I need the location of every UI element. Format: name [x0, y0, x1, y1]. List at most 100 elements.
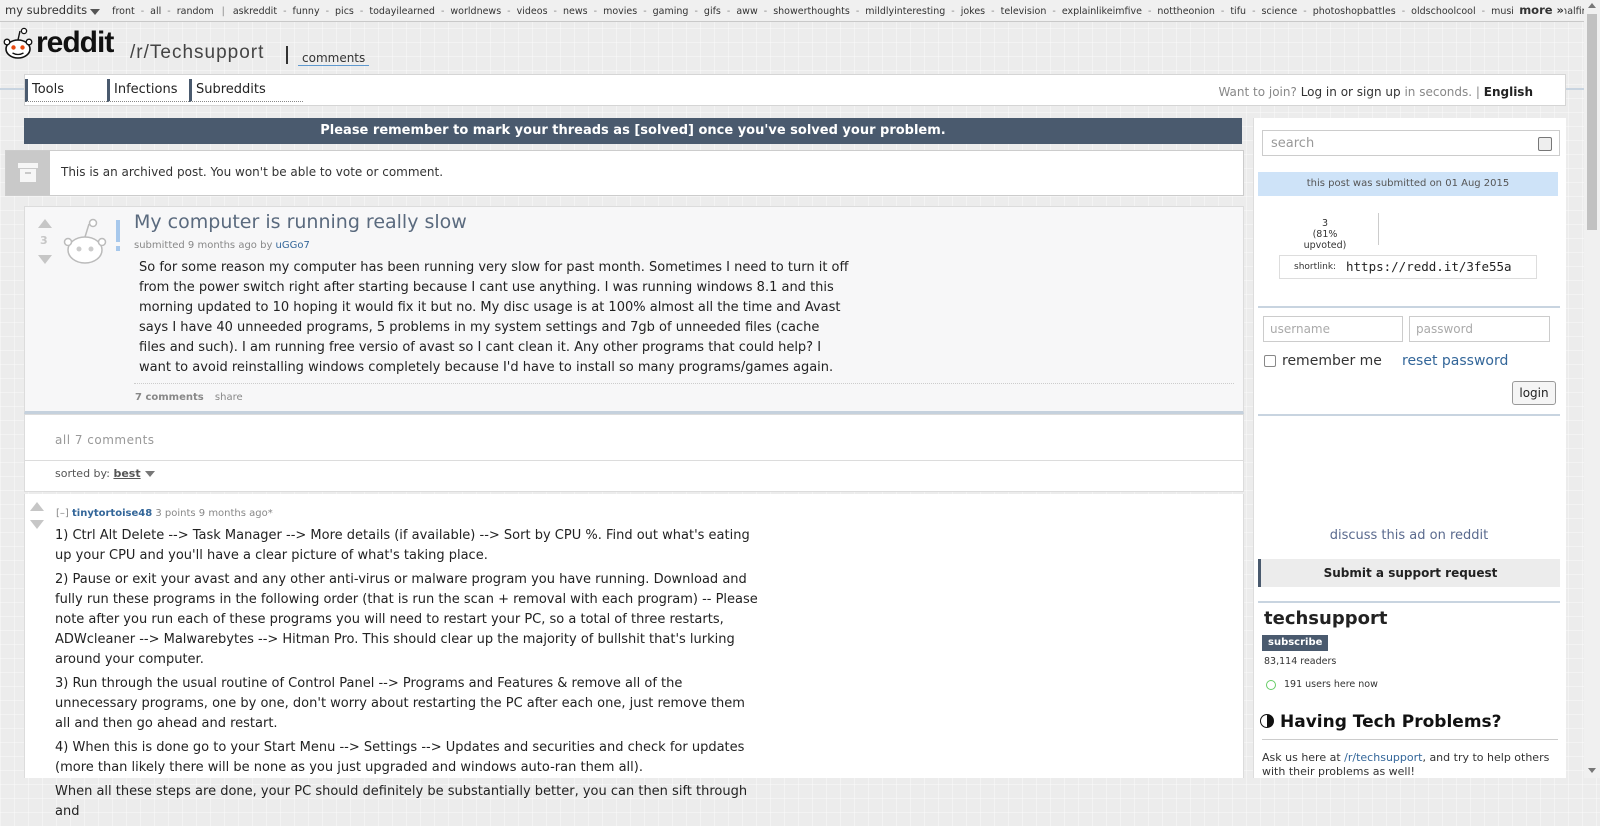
srbar-link[interactable]: tifu — [1230, 6, 1246, 17]
comment-paragraph: 1) Ctrl Alt Delete --> Task Manager --> … — [55, 528, 750, 563]
srbar-link[interactable]: worldnews — [450, 6, 501, 17]
login-signup-link[interactable]: Log in or sign up — [1301, 85, 1401, 99]
srbar-link[interactable]: mildlyinteresting — [865, 6, 945, 17]
login-button[interactable]: login — [1512, 381, 1556, 405]
srbar-link[interactable]: movies — [603, 6, 637, 17]
comment-author-link[interactable]: tinytortoise48 — [72, 508, 152, 519]
menu-tab-subreddits[interactable]: Subreddits — [189, 79, 303, 102]
my-subreddits-dropdown[interactable]: my subreddits — [0, 3, 87, 17]
post-divider — [134, 383, 1234, 384]
more-subreddits-link[interactable]: more » — [1513, 0, 1564, 21]
comment-paragraph: 2) Pause or exit your avast and any othe… — [55, 572, 758, 667]
post-score: 3 — [40, 234, 48, 247]
scrollbar-thumb[interactable] — [1587, 14, 1597, 230]
post-vote-summary: 3 (81% upvoted) — [1303, 218, 1347, 251]
srbar-link[interactable]: gaming — [653, 6, 689, 17]
subreddit-bar: my subreddits front - all - random | askred… — [0, 0, 1584, 22]
comment-downvote-arrow-icon[interactable] — [30, 520, 44, 529]
comment-area: all 7 comments sorted by: best — [24, 414, 1244, 492]
reader-count: 83,114 readers — [1264, 656, 1337, 667]
srbar-link[interactable]: askreddit — [233, 6, 277, 17]
subreddit-title[interactable]: /r/Techsupport — [130, 42, 264, 64]
discuss-ad-link[interactable]: discuss this ad on reddit — [1258, 528, 1560, 543]
remember-me-checkbox[interactable] — [1264, 355, 1276, 367]
shortlink-box: shortlink: https://redd.it/3fe55a — [1279, 255, 1537, 279]
having-tech-problems-heading: Having Tech Problems? — [1260, 712, 1502, 732]
reddit-logo[interactable]: reddit — [36, 26, 114, 60]
menu-tab-infections[interactable]: Infections — [107, 79, 189, 102]
header-divider — [286, 46, 288, 64]
srbar-link[interactable]: explainlikeimfive — [1062, 6, 1142, 17]
archived-banner: This is an archived post. You won't be a… — [5, 150, 1244, 196]
tab-comments[interactable]: comments — [298, 51, 370, 66]
sort-menu: sorted by: best — [55, 467, 155, 480]
comment-paragraph: 4) When this is done go to your Start Me… — [55, 740, 745, 775]
comment-tagline: [–] tinytortoise48 3 points 9 months ago… — [56, 508, 273, 519]
downvote-arrow-icon[interactable] — [38, 255, 52, 264]
submitted-date: this post was submitted on 01 Aug 2015 — [1258, 172, 1558, 196]
srbar-link[interactable]: gifs — [704, 6, 721, 17]
comment-paragraph: 3) Run through the usual routine of Cont… — [55, 676, 745, 731]
reset-password-link[interactable]: reset password — [1402, 353, 1508, 369]
remember-me: remember me — [1264, 353, 1382, 369]
srbar-link[interactable]: science — [1262, 6, 1298, 17]
reddit-alien-icon[interactable] — [3, 22, 33, 62]
comments-link[interactable]: 7 comments — [135, 392, 204, 403]
collapse-toggle[interactable]: [–] — [56, 508, 69, 519]
srbar-link-random[interactable]: random — [177, 6, 214, 17]
self-post-thumbnail-icon[interactable] — [58, 212, 128, 270]
subscribe-button[interactable]: subscribe — [1262, 635, 1329, 651]
subreddit-menu-bar: Tools Infections Subreddits Want to join… — [24, 74, 1566, 106]
srbar-link[interactable]: aww — [736, 6, 757, 17]
search-icon[interactable] — [1538, 137, 1552, 151]
submit-request-button[interactable]: Submit a support request — [1258, 559, 1560, 587]
srbar-link[interactable]: oldschoolcool — [1411, 6, 1475, 17]
comment-upvote-arrow-icon[interactable] — [30, 502, 44, 511]
archived-text: This is an archived post. You won't be a… — [61, 165, 444, 179]
srbar-link[interactable]: pics — [335, 6, 354, 17]
post-author-link[interactable]: uGGo7 — [276, 240, 310, 251]
menu-tab-tools[interactable]: Tools — [25, 79, 107, 102]
srbar-link[interactable]: news — [563, 6, 588, 17]
chevron-down-icon[interactable] — [90, 8, 101, 15]
srbar-link[interactable]: television — [1001, 6, 1047, 17]
login-prompt: Want to join? Log in or sign up in secon… — [1218, 85, 1533, 99]
users-online: 191 users here now — [1266, 679, 1378, 690]
scroll-up-icon[interactable] — [1588, 3, 1596, 8]
srbar-link[interactable]: funny — [293, 6, 320, 17]
shortlink-field[interactable]: https://redd.it/3fe55a — [1346, 259, 1512, 274]
post-buttons: 7 comments share — [135, 392, 243, 403]
online-dot-icon — [1266, 679, 1276, 690]
srbar-link[interactable]: photoshopbattles — [1313, 6, 1396, 17]
share-link[interactable]: share — [215, 392, 243, 403]
header: reddit /r/Techsupport comments — [0, 22, 1584, 90]
sort-dropdown[interactable]: best — [113, 467, 140, 480]
ask-us-text: Ask us here at /r/techsupport, and try t… — [1262, 751, 1550, 778]
techsupport-link[interactable]: /r/techsupport — [1344, 751, 1422, 764]
srbar-link[interactable]: jokes — [961, 6, 985, 17]
srbar-link-all[interactable]: all — [150, 6, 161, 17]
shortlink-label: shortlink: — [1294, 262, 1337, 272]
comment-body: 1) Ctrl Alt Delete --> Task Manager --> … — [55, 526, 760, 826]
search-input[interactable]: search — [1262, 130, 1560, 156]
srbar-link[interactable]: nottheonion — [1157, 6, 1214, 17]
all-comments-heading: all 7 comments — [55, 433, 155, 447]
srbar-link[interactable]: videos — [517, 6, 548, 17]
archive-icon — [6, 151, 50, 195]
srbar-link[interactable]: todayilearned — [369, 6, 435, 17]
sidebar-subreddit-title[interactable]: techsupport — [1264, 608, 1387, 629]
post-tagline: submitted 9 months ago by uGGo7 — [134, 240, 310, 251]
comment-paragraph: When all these steps are done, your PC s… — [55, 784, 748, 819]
srbar-link-front[interactable]: front — [112, 6, 135, 17]
srbar-link[interactable]: showerthoughts — [773, 6, 850, 17]
username-field[interactable]: username — [1263, 316, 1403, 342]
sticky-notice: Please remember to mark your threads as … — [24, 118, 1242, 144]
chevron-down-icon[interactable] — [144, 471, 155, 477]
half-circle-icon — [1260, 714, 1274, 728]
upvote-arrow-icon[interactable] — [38, 219, 52, 228]
post-title[interactable]: My computer is running really slow — [134, 211, 467, 233]
post-body: So for some reason my computer has been … — [139, 260, 849, 375]
language-link[interactable]: English — [1484, 85, 1533, 99]
scroll-down-icon[interactable] — [1588, 768, 1596, 773]
password-field[interactable]: password — [1409, 316, 1550, 342]
